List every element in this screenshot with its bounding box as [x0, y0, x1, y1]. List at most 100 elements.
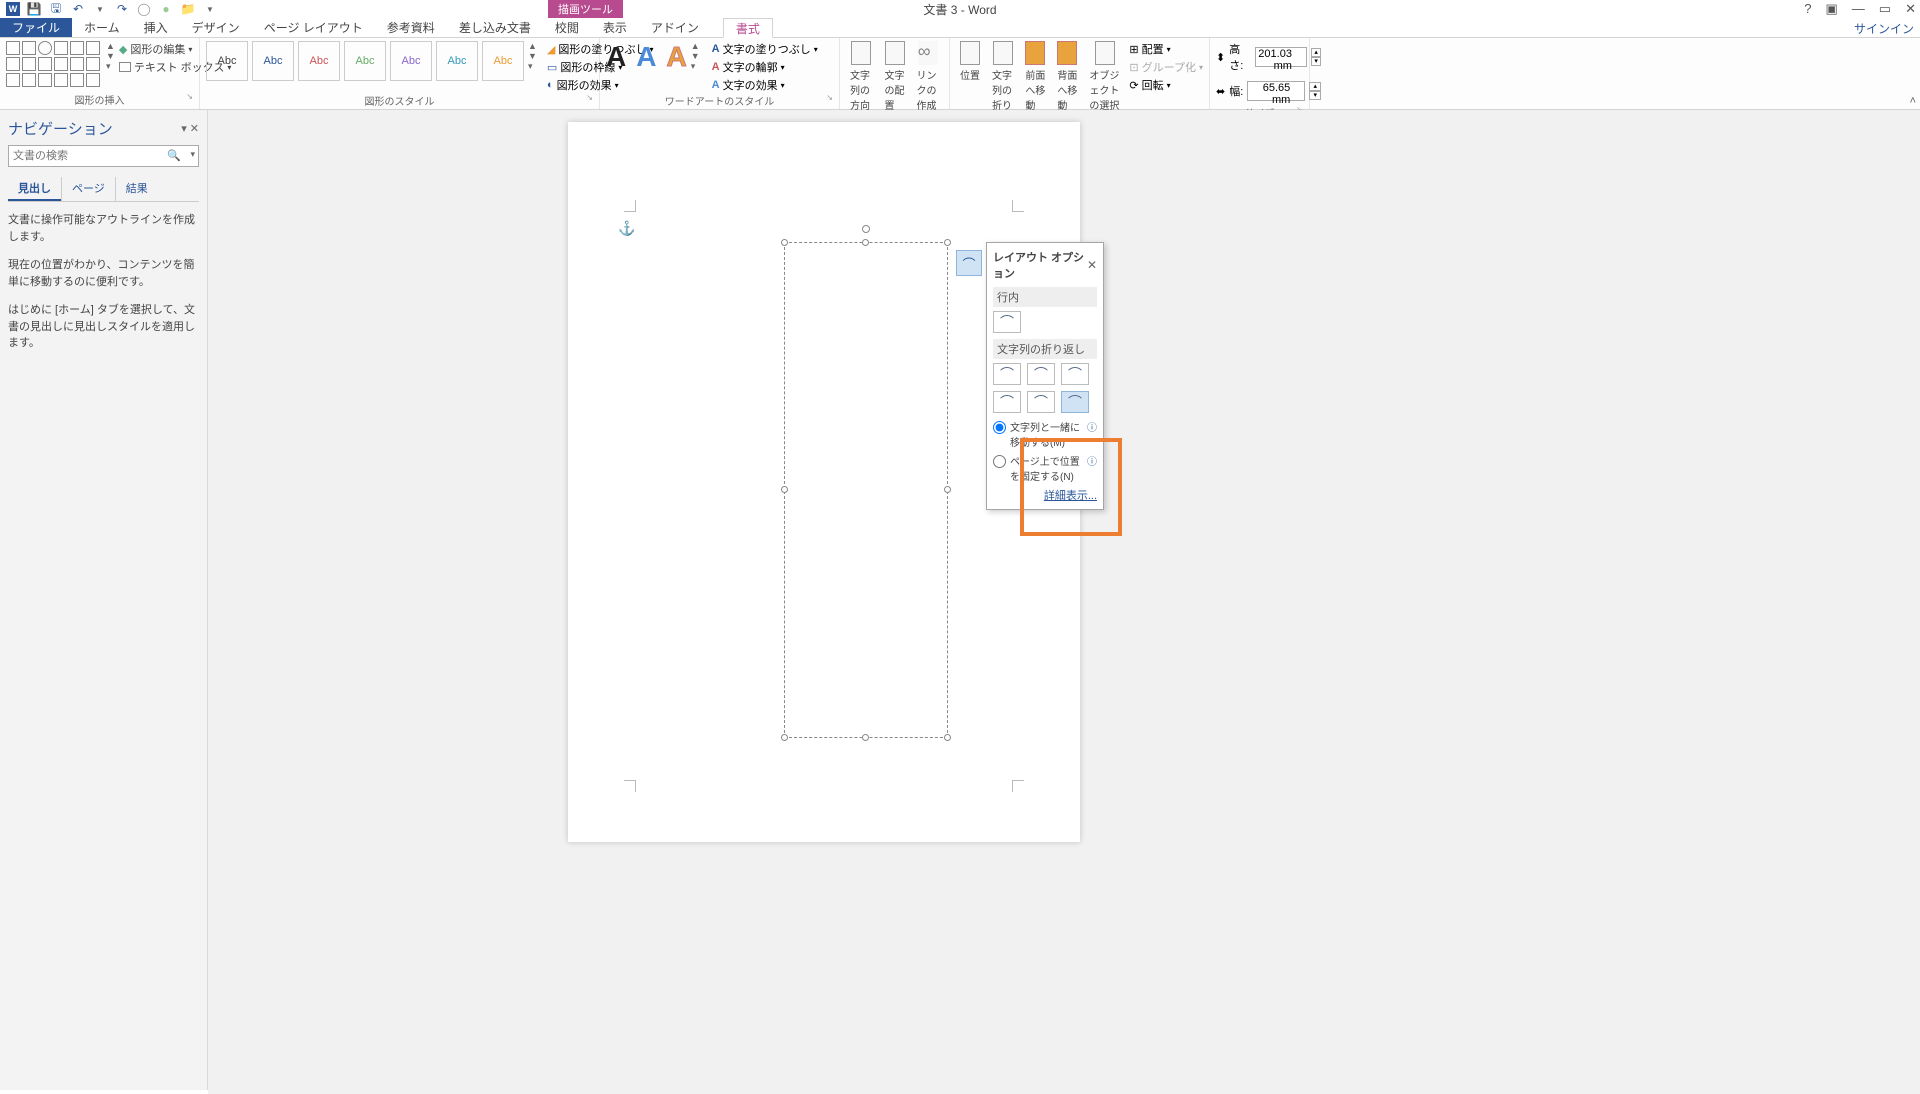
create-link-button[interactable]: ∞リンクの作成 [913, 41, 944, 112]
wrap-square-icon[interactable]: ⌒ [993, 363, 1021, 385]
group-text: 文字列の方向 文字の配置 ∞リンクの作成 テキスト [840, 38, 950, 109]
save-as-icon[interactable]: 🖫 [48, 1, 64, 17]
resize-handle[interactable] [862, 239, 869, 246]
group-button[interactable]: ⊡グループ化▾ [1129, 59, 1203, 75]
align-button[interactable]: ⊞配置▾ [1129, 41, 1203, 57]
nav-pane-actions[interactable]: ▾ ✕ [181, 122, 199, 135]
text-outline-button[interactable]: A文字の輪郭▾ [712, 59, 818, 75]
layout-more-link[interactable]: 詳細表示... [993, 487, 1097, 503]
radio-move-with-text[interactable]: 文字列と一緒に移動する(M)ⓘ [993, 419, 1097, 449]
resize-handle[interactable] [781, 239, 788, 246]
resize-handle[interactable] [781, 734, 788, 741]
margin-marker [1012, 200, 1024, 212]
wrap-through-icon[interactable]: ⌒ [1061, 363, 1089, 385]
tab-addins[interactable]: アドイン [639, 18, 711, 37]
nav-tab-results[interactable]: 結果 [115, 177, 158, 201]
selected-textbox[interactable] [784, 242, 948, 738]
tab-references[interactable]: 参考資料 [375, 18, 447, 37]
drop-icon-2[interactable]: ▼ [202, 1, 218, 17]
resize-handle[interactable] [944, 734, 951, 741]
layout-popup-close-icon[interactable]: ✕ [1087, 258, 1097, 272]
ribbon-display-icon[interactable]: ▣ [1826, 1, 1838, 17]
rotate-handle[interactable] [862, 225, 870, 233]
shape-style-gallery[interactable]: Abc Abc Abc Abc Abc Abc Abc [206, 41, 524, 81]
width-icon: ⬌ [1216, 85, 1225, 98]
anchor-icon: ⚓ [618, 220, 635, 237]
shape-gallery[interactable] [6, 41, 100, 87]
resize-handle[interactable] [944, 239, 951, 246]
quick-access-toolbar: W 💾 🖫 ↶ ▼ ↷ ◯ ● 📁 ▼ [0, 1, 218, 17]
rotate-button[interactable]: ⟳回転▾ [1129, 77, 1203, 93]
ribbon-tabs: ファイル ホーム 挿入 デザイン ページ レイアウト 参考資料 差し込み文書 校… [0, 18, 1920, 38]
contextual-tab-label: 描画ツール [548, 0, 623, 18]
layout-popup-title: レイアウト オプション [993, 249, 1087, 281]
title-bar: W 💾 🖫 ↶ ▼ ↷ ◯ ● 📁 ▼ 描画ツール 文書 3 - Word ? … [0, 0, 1920, 18]
layout-options-button[interactable]: ⌒ [956, 250, 982, 276]
minimize-icon[interactable]: — [1852, 1, 1865, 17]
text-effects-button[interactable]: A文字の効果▾ [712, 77, 818, 93]
width-input[interactable]: 65.65 mm [1247, 81, 1305, 101]
wrap-topbottom-icon[interactable]: ⌒ [993, 391, 1021, 413]
search-dropdown-icon[interactable]: ▾ [190, 149, 195, 160]
send-backward-button[interactable]: 背面へ移動 [1053, 41, 1081, 112]
undo-icon[interactable]: ↶ [70, 1, 86, 17]
tab-design[interactable]: デザイン [180, 18, 252, 37]
tab-format[interactable]: 書式 [723, 18, 773, 38]
text-direction-button[interactable]: 文字列の方向 [846, 41, 877, 112]
wrap-behind-icon[interactable]: ⌒ [1027, 391, 1055, 413]
maximize-icon[interactable]: ▭ [1879, 1, 1891, 17]
resize-handle[interactable] [862, 734, 869, 741]
sign-in-link[interactable]: サインイン [1854, 20, 1914, 37]
group-wordart-styles: A A A ▲▼▾ A文字の塗りつぶし▾ A文字の輪郭▾ A文字の効果▾ ワード… [600, 38, 840, 109]
group-label-wordart: ワードアートのスタイル [606, 93, 833, 110]
height-label: 高さ: [1229, 41, 1251, 73]
redo-icon[interactable]: ↷ [114, 1, 130, 17]
wrap-section-label: 文字列の折り返し [993, 339, 1097, 359]
text-fill-button[interactable]: A文字の塗りつぶし▾ [712, 41, 818, 57]
group-arrange: 位置 文字列の折り返し 前面へ移動 背面へ移動 オブジェクトの選択と表示 ⊞配置… [950, 38, 1210, 109]
tab-insert[interactable]: 挿入 [132, 18, 180, 37]
tab-review[interactable]: 校閲 [543, 18, 591, 37]
folder-icon[interactable]: 📁 [180, 1, 196, 17]
nav-tab-headings[interactable]: 見出し [8, 177, 61, 201]
layout-inline-icon[interactable]: ⌒ [993, 311, 1021, 333]
nav-msg-1: 文書に操作可能なアウトラインを作成します。 [8, 212, 199, 245]
margin-marker [624, 200, 636, 212]
layout-options-popup: レイアウト オプション ✕ 行内 ⌒ 文字列の折り返し ⌒ ⌒ ⌒ ⌒ ⌒ ⌒ … [986, 242, 1104, 510]
width-label: 幅: [1229, 83, 1243, 99]
help-icon[interactable]: ? [1804, 1, 1811, 17]
save-icon[interactable]: 💾 [26, 1, 42, 17]
tab-view[interactable]: 表示 [591, 18, 639, 37]
tab-home[interactable]: ホーム [72, 18, 132, 37]
height-spinner[interactable]: ▴▾ [1311, 48, 1321, 66]
position-button[interactable]: 位置 [956, 41, 984, 82]
wrap-tight-icon[interactable]: ⌒ [1027, 363, 1055, 385]
group-label-shape-styles: 図形のスタイル [206, 93, 593, 110]
radio-fix-position[interactable]: ページ上で位置を固定する(N)ⓘ [993, 453, 1097, 483]
navigation-pane: ナビゲーション ▾ ✕ 🔍 ▾ 見出し ページ 結果 文書に操作可能なアウトライ… [0, 110, 208, 1090]
window-controls: ? ▣ — ▭ ✕ [1804, 1, 1916, 17]
width-spinner[interactable]: ▴▾ [1309, 82, 1321, 100]
text-align-button[interactable]: 文字の配置 [881, 41, 909, 112]
search-icon[interactable]: 🔍 [167, 149, 181, 162]
tab-file[interactable]: ファイル [0, 18, 72, 37]
wordart-gallery[interactable]: A A A [606, 41, 687, 73]
tab-layout[interactable]: ページ レイアウト [252, 18, 375, 37]
window-title: 文書 3 - Word [923, 1, 996, 18]
wrap-front-icon[interactable]: ⌒ [1061, 391, 1089, 413]
height-icon: ⬍ [1216, 51, 1225, 64]
nav-tab-pages[interactable]: ページ [61, 177, 115, 201]
drop-icon[interactable]: ▼ [92, 1, 108, 17]
bring-forward-button[interactable]: 前面へ移動 [1021, 41, 1049, 112]
tab-mailings[interactable]: 差し込み文書 [447, 18, 543, 37]
nav-title: ナビゲーション [8, 118, 113, 139]
close-icon[interactable]: ✕ [1905, 1, 1916, 17]
resize-handle[interactable] [781, 486, 788, 493]
height-input[interactable]: 201.03 mm [1255, 47, 1307, 67]
group-label-shape-insert: 図形の挿入 [6, 92, 193, 109]
resize-handle[interactable] [944, 486, 951, 493]
misc-icon-2[interactable]: ● [158, 1, 174, 17]
collapse-ribbon-icon[interactable]: ˄ [1910, 95, 1916, 107]
word-icon: W [6, 2, 20, 16]
misc-icon-1[interactable]: ◯ [136, 1, 152, 17]
